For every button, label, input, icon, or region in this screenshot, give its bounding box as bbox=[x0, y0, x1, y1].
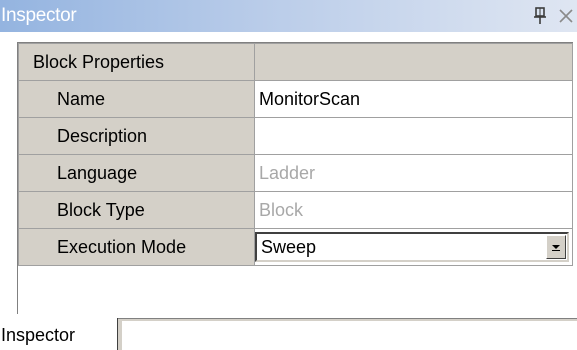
title-bar[interactable]: Inspector bbox=[0, 0, 577, 32]
tab-inspector[interactable]: Inspector bbox=[0, 318, 118, 350]
property-label-execution-mode: Execution Mode bbox=[18, 228, 255, 266]
dropdown-arrow-button[interactable] bbox=[546, 235, 566, 259]
execution-mode-dropdown[interactable]: Sweep bbox=[255, 232, 569, 262]
window-title: Inspector bbox=[1, 5, 77, 26]
chevron-down-icon bbox=[552, 245, 560, 251]
property-row-execution-mode[interactable]: Execution Mode Sweep bbox=[18, 228, 573, 266]
property-value-execution-mode-cell: Sweep bbox=[254, 228, 573, 266]
tab-strip-fill bbox=[122, 321, 577, 350]
close-icon[interactable] bbox=[557, 7, 575, 25]
property-value-description[interactable] bbox=[254, 117, 573, 155]
execution-mode-selected-value: Sweep bbox=[261, 237, 317, 257]
property-value-language: Ladder bbox=[254, 154, 573, 192]
property-label-name: Name bbox=[18, 80, 255, 118]
category-label: Block Properties bbox=[18, 43, 255, 81]
property-row-block-type[interactable]: Block Type Block bbox=[18, 191, 573, 229]
property-label-description: Description bbox=[18, 117, 255, 155]
property-label-language: Language bbox=[18, 154, 255, 192]
property-table: Block Properties Name MonitorScan Descri… bbox=[18, 43, 573, 266]
property-row-name[interactable]: Name MonitorScan bbox=[18, 80, 573, 118]
property-row-language[interactable]: Language Ladder bbox=[18, 154, 573, 192]
tab-strip-background bbox=[118, 318, 577, 350]
property-value-block-type: Block bbox=[254, 191, 573, 229]
inspector-window: Inspector Block Properties Name MonitorS… bbox=[0, 0, 577, 350]
category-row[interactable]: Block Properties bbox=[18, 43, 573, 81]
pin-icon[interactable] bbox=[533, 7, 547, 25]
property-value-name[interactable]: MonitorScan bbox=[254, 80, 573, 118]
property-grid: Block Properties Name MonitorScan Descri… bbox=[17, 42, 573, 314]
category-value bbox=[254, 43, 573, 81]
tab-strip: Inspector bbox=[0, 318, 577, 350]
property-label-block-type: Block Type bbox=[18, 191, 255, 229]
property-row-description[interactable]: Description bbox=[18, 117, 573, 155]
